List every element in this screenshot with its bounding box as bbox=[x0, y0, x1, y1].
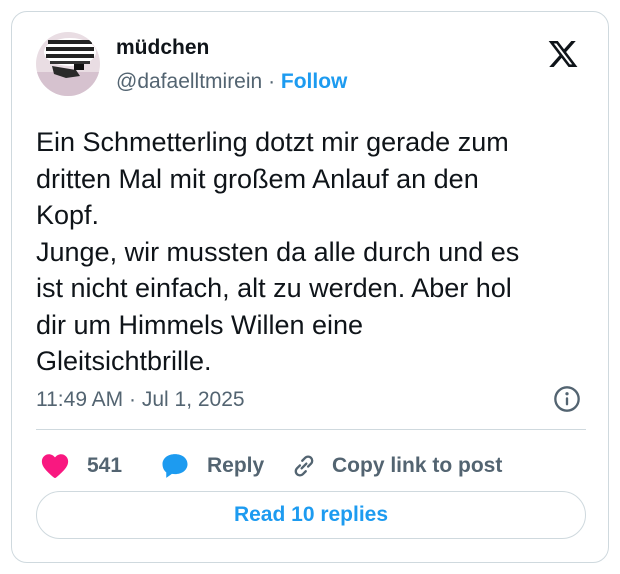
avatar-image bbox=[36, 32, 100, 96]
tweet-line: Ein Schmetterling dotzt mir gerade zum bbox=[36, 127, 509, 157]
heart-icon bbox=[41, 454, 69, 478]
tweet-line: Kopf. bbox=[36, 200, 100, 230]
like-count: 541 bbox=[87, 454, 123, 477]
tweet-timestamp[interactable]: 11:49 AM · Jul 1, 2025 bbox=[36, 388, 245, 412]
tweet-line: dir um Himmels Willen eine bbox=[36, 309, 364, 340]
tweet-text: Ein Schmetterling dotzt mir gerade zum d… bbox=[36, 124, 596, 380]
reply-button[interactable]: Reply bbox=[160, 446, 264, 486]
read-replies-button[interactable]: Read 10 replies bbox=[36, 491, 586, 539]
divider bbox=[36, 429, 586, 430]
author-handle[interactable]: @dafaelltmirein bbox=[116, 70, 262, 93]
author-name[interactable]: müdchen bbox=[116, 36, 209, 60]
tweet-line: Junge, wir mussten da alle durch und es bbox=[36, 236, 520, 267]
separator-dot: · bbox=[268, 70, 276, 93]
copy-link-button[interactable]: Copy link to post bbox=[290, 446, 502, 486]
tweet-card: müdchen @dafaelltmirein · Follow Ein Sch… bbox=[11, 11, 609, 563]
action-bar: 541 Reply Copy link to post bbox=[12, 446, 610, 486]
info-icon[interactable] bbox=[553, 385, 581, 413]
author-subline: @dafaelltmirein · Follow bbox=[116, 70, 347, 94]
link-icon bbox=[294, 455, 314, 477]
follow-link[interactable]: Follow bbox=[281, 70, 348, 93]
tweet-line: ist nicht einfach, alt zu werden. Aber h… bbox=[36, 273, 512, 303]
reply-label: Reply bbox=[207, 454, 265, 477]
avatar[interactable] bbox=[36, 32, 100, 96]
reply-bubble-icon bbox=[162, 454, 188, 478]
x-logo-icon[interactable] bbox=[547, 38, 579, 70]
tweet-line: Gleitsichtbrille. bbox=[36, 346, 212, 376]
like-button[interactable]: 541 bbox=[40, 446, 122, 486]
copy-link-label: Copy link to post bbox=[332, 454, 503, 477]
tweet-line: dritten Mal mit großem Anlauf an den bbox=[36, 163, 479, 194]
